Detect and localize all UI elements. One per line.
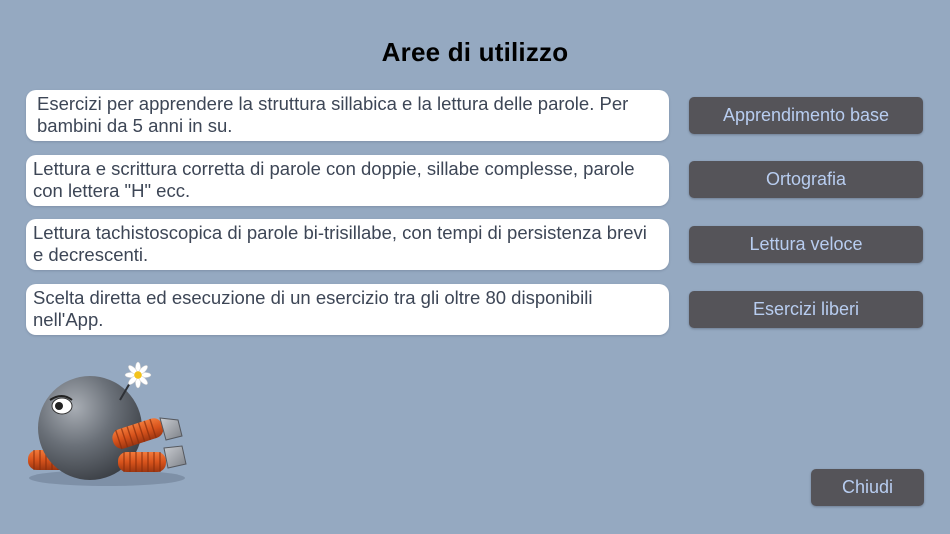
ortografia-button[interactable]: Ortografia [689, 161, 923, 198]
esercizi-liberi-button[interactable]: Esercizi liberi [689, 291, 923, 328]
close-button[interactable]: Chiudi [811, 469, 924, 506]
lettura-veloce-button[interactable]: Lettura veloce [689, 226, 923, 263]
area-description-ortografia: Lettura e scrittura corretta di parole c… [26, 155, 669, 206]
robot-mascot-icon [22, 360, 192, 490]
area-description-lettura-veloce: Lettura tachistoscopica di parole bi-tri… [26, 219, 669, 270]
apprendimento-base-button[interactable]: Apprendimento base [689, 97, 923, 134]
area-description-esercizi-liberi: Scelta diretta ed esecuzione di un eserc… [26, 284, 669, 335]
page-title: Aree di utilizzo [381, 37, 569, 67]
area-description-apprendimento: Esercizi per apprendere la struttura sil… [26, 90, 669, 141]
